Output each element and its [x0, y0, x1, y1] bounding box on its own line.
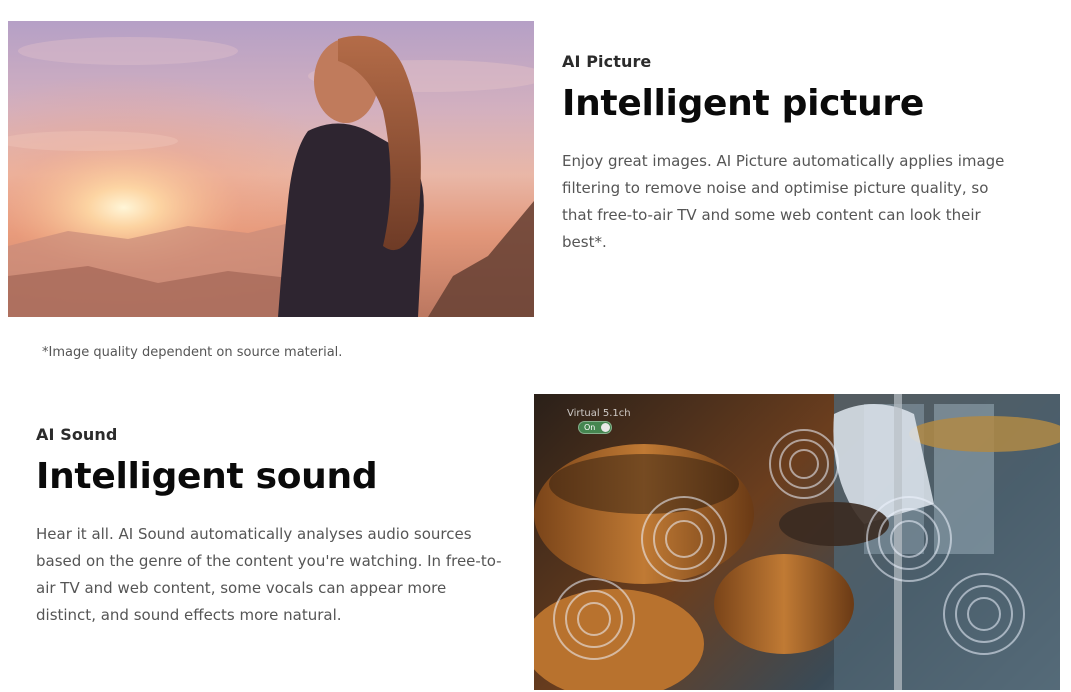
drummer-sound-image: Virtual 5.1ch On: [534, 394, 1060, 690]
intelligent-picture-heading: Intelligent picture: [562, 83, 924, 124]
sunset-portrait-image: [8, 21, 534, 317]
intelligent-sound-heading: Intelligent sound: [36, 456, 378, 497]
image-quality-footnote: *Image quality dependent on source mater…: [42, 345, 343, 360]
ai-sound-description: Hear it all. AI Sound automatically anal…: [36, 525, 502, 624]
ai-picture-eyebrow: AI Picture: [562, 52, 652, 71]
toggle-on-text: On: [584, 423, 596, 432]
ai-picture-description: Enjoy great images. AI Picture automatic…: [562, 152, 1005, 251]
ai-sound-eyebrow: AI Sound: [36, 425, 118, 444]
virtual-surround-label: Virtual 5.1ch: [567, 408, 631, 419]
virtual-surround-toggle[interactable]: On: [578, 421, 612, 434]
toggle-knob-icon: [601, 423, 610, 432]
